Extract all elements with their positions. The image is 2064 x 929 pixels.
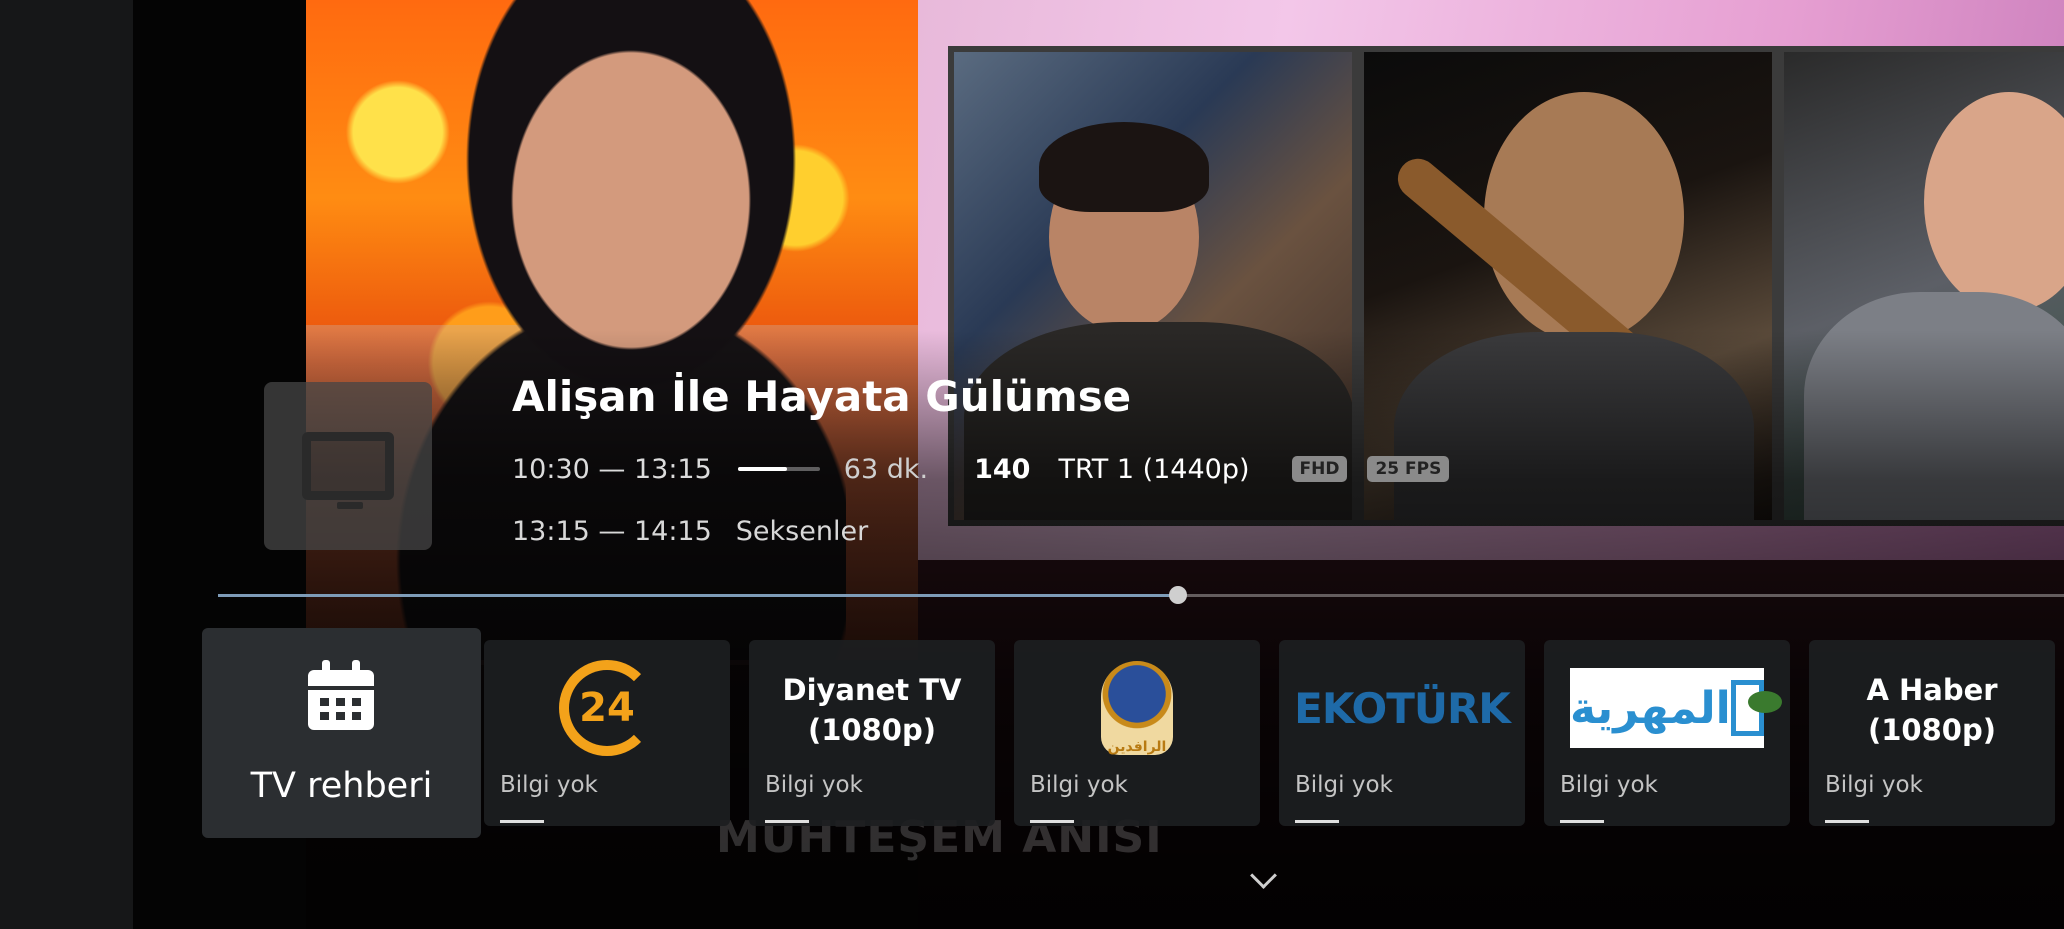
panel-face (1924, 92, 2064, 312)
channel-progress (500, 820, 544, 823)
timeline-seekbar[interactable] (218, 586, 2064, 604)
channel-name: TRT 1 (1440p) (1058, 453, 1250, 485)
channel-progress (765, 820, 809, 823)
channel-progress (1295, 820, 1339, 823)
next-program-time: 13:15 — 14:15 (512, 516, 712, 547)
calendar-body (308, 670, 374, 730)
channel-progress-track (1560, 640, 1774, 826)
calendar-icon (308, 660, 374, 730)
timeline-thumb[interactable] (1168, 586, 1187, 604)
calendar-ring (352, 660, 360, 678)
channel-card-alrafidain[interactable]: الرافدين Bilgi yok (1014, 640, 1260, 826)
channel-number: 140 (974, 453, 1031, 485)
channel-progress-track (1825, 640, 2039, 826)
channel-progress-track (765, 640, 979, 826)
program-progress-fill (737, 467, 787, 471)
channel-progress-track (1295, 640, 1509, 826)
tv-icon (302, 432, 394, 509)
timeline-fill (218, 594, 1178, 597)
channel-progress (1030, 820, 1074, 823)
fps-badge: 25 FPS (1367, 456, 1450, 482)
panel-hair (1039, 122, 1209, 212)
program-duration: 63 dk. (843, 453, 929, 485)
calendar-cell (352, 712, 361, 720)
calendar-ring (322, 660, 330, 678)
tv-guide-label: TV rehberi (250, 766, 433, 806)
next-program-row: 13:15 — 14:15 Seksenler (512, 516, 868, 547)
calendar-cell (320, 698, 329, 706)
tv-guide-button[interactable]: TV rehberi (202, 628, 481, 838)
channel-progress (1825, 820, 1869, 823)
resolution-badge: FHD (1291, 456, 1348, 482)
channel-card-ekoturk[interactable]: EKOTÜRK Bilgi yok (1279, 640, 1525, 826)
channel-card-diyanet[interactable]: Diyanet TV (1080p) Bilgi yok (749, 640, 995, 826)
program-progress-bar (737, 467, 820, 471)
channel-logo-placeholder (264, 382, 432, 550)
program-time-range: 10:30 — 13:15 (512, 453, 712, 485)
channel-progress (1560, 820, 1604, 823)
calendar-cell (336, 712, 345, 720)
channel-progress-track (500, 640, 714, 826)
calendar-cell (352, 698, 361, 706)
program-info-row: 10:30 — 13:15 63 dk. 140 TRT 1 (1440p) F… (512, 452, 1469, 486)
program-title: Alişan İle Hayata Gülümse (512, 372, 1132, 421)
channel-card-almahriah[interactable]: المهرية Bilgi yok (1544, 640, 1790, 826)
calendar-header-line (308, 686, 374, 690)
channel-card-ahaber[interactable]: A Haber (1080p) Bilgi yok (1809, 640, 2055, 826)
channel-progress-track (1030, 640, 1244, 826)
calendar-cell (336, 698, 345, 706)
channel-card-24[interactable]: 24 Bilgi yok (484, 640, 730, 826)
next-program-title: Seksenler (735, 516, 869, 547)
calendar-cell (320, 712, 329, 720)
left-sidebar-strip (0, 0, 133, 929)
